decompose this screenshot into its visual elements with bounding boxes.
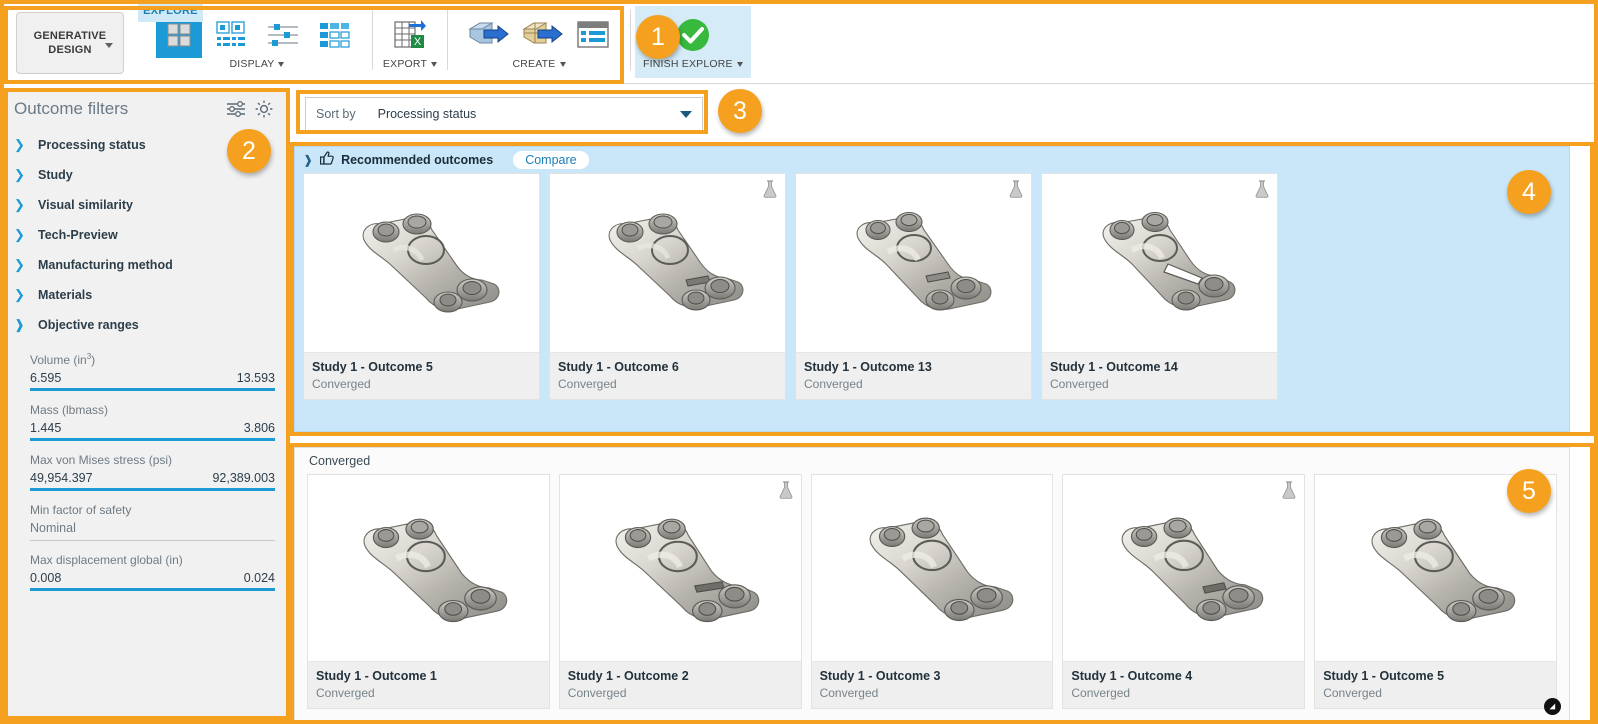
annotation-page-frame xyxy=(0,0,1598,724)
annotation-badge-1: 1 xyxy=(636,15,680,59)
annotation-badge-3: 3 xyxy=(718,89,762,133)
annotation-badge-4: 4 xyxy=(1507,170,1551,214)
annotation-badge-5: 5 xyxy=(1507,469,1551,513)
app-root: GENERATIVE DESIGN DISPLAY X EXPORT CREAT… xyxy=(0,0,1598,724)
annotation-badge-2: 2 xyxy=(227,129,271,173)
